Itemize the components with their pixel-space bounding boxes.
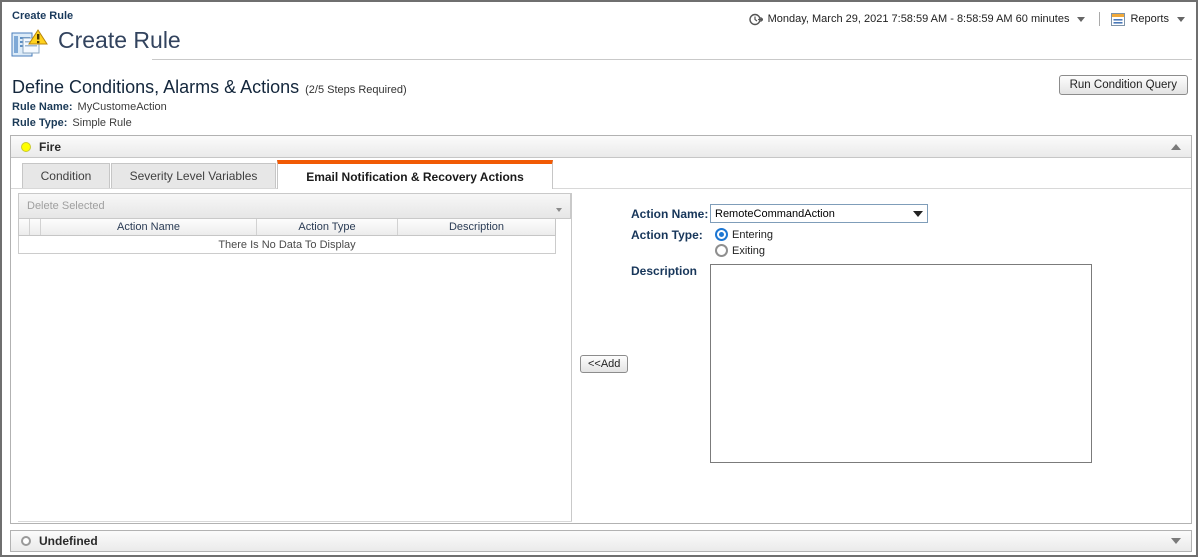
actions-grid-header: Action Name Action Type Description — [18, 219, 556, 236]
radio-entering-icon[interactable] — [715, 228, 728, 241]
grid-options-icon[interactable] — [548, 200, 562, 212]
rule-name-value: MyCustomeAction — [78, 101, 167, 113]
expand-down-icon[interactable] — [1171, 538, 1181, 544]
rule-name-label: Rule Name: — [12, 101, 73, 113]
step-heading: Define Conditions, Alarms & Actions (2/5 … — [12, 77, 407, 98]
actions-grid-toolbar: Delete Selected — [18, 193, 571, 219]
fire-section-header[interactable]: Fire — [11, 136, 1191, 158]
undefined-status-icon — [21, 536, 31, 546]
column-description[interactable]: Description — [398, 219, 555, 235]
rule-warning-icon — [11, 28, 49, 60]
grid-empty-message: There Is No Data To Display — [18, 236, 556, 254]
rule-name-row: Rule Name: MyCustomeAction — [12, 101, 167, 113]
breadcrumb: Create Rule — [12, 10, 73, 22]
grid-selector-column — [19, 219, 30, 235]
description-label: Description — [631, 264, 697, 278]
tab-email-notification-recovery-actions[interactable]: Email Notification & Recovery Actions — [277, 160, 553, 189]
radio-option-exiting[interactable]: Exiting — [715, 244, 765, 257]
grid-checkbox-column — [30, 219, 41, 235]
radio-exiting-label: Exiting — [732, 245, 765, 257]
rule-type-row: Rule Type: Simple Rule — [12, 117, 132, 129]
radio-exiting-icon[interactable] — [715, 244, 728, 257]
action-type-label: Action Type: — [631, 228, 703, 242]
undefined-section-header[interactable]: Undefined — [11, 531, 1191, 551]
reports-icon — [1111, 13, 1125, 26]
action-name-label: Action Name: — [631, 207, 708, 221]
time-range-label[interactable]: Monday, March 29, 2021 7:58:59 AM - 8:58… — [768, 13, 1070, 25]
column-action-type[interactable]: Action Type — [257, 219, 398, 235]
run-condition-query-button[interactable]: Run Condition Query — [1059, 75, 1188, 95]
collapse-up-icon[interactable] — [1171, 144, 1181, 150]
add-action-button[interactable]: <<Add — [580, 355, 628, 373]
topbar-controls: Monday, March 29, 2021 7:58:59 AM - 8:58… — [749, 10, 1188, 28]
tab-condition[interactable]: Condition — [22, 163, 110, 188]
time-range-icon — [749, 13, 763, 26]
time-range-caret-icon[interactable] — [1077, 17, 1085, 22]
action-name-select[interactable]: RemoteCommandAction — [710, 204, 928, 223]
radio-entering-label: Entering — [732, 229, 773, 241]
delete-selected-button[interactable]: Delete Selected — [27, 200, 105, 212]
description-textarea[interactable] — [710, 264, 1092, 463]
page-title: Create Rule — [58, 27, 181, 54]
actions-grid: Action Name Action Type Description Ther… — [18, 219, 556, 254]
step-heading-text: Define Conditions, Alarms & Actions — [12, 77, 299, 97]
fire-section-title: Fire — [39, 140, 61, 154]
steps-required: (2/5 Steps Required) — [305, 84, 407, 96]
reports-menu[interactable]: Reports — [1130, 13, 1169, 25]
panel-divider — [571, 193, 572, 521]
panel-bottom-border — [18, 521, 572, 522]
select-chevron-down-icon — [913, 211, 923, 217]
undefined-section-title: Undefined — [39, 534, 98, 548]
column-action-name[interactable]: Action Name — [41, 219, 257, 235]
reports-caret-icon[interactable] — [1177, 17, 1185, 22]
rule-type-label: Rule Type: — [12, 117, 67, 129]
undefined-section: Undefined — [10, 530, 1192, 552]
title-divider — [152, 59, 1192, 60]
tab-severity-level-variables[interactable]: Severity Level Variables — [111, 163, 276, 188]
action-name-selected-value: RemoteCommandAction — [715, 208, 913, 220]
fire-tabbar: Condition Severity Level Variables Email… — [11, 159, 1191, 189]
fire-section: Fire Condition Severity Level Variables … — [10, 135, 1192, 524]
rule-type-value: Simple Rule — [72, 117, 131, 129]
fire-status-icon — [21, 142, 31, 152]
radio-option-entering[interactable]: Entering — [715, 228, 773, 241]
create-rule-page: Create Rule Create Rule Monday, March 29… — [0, 0, 1198, 557]
topbar-separator — [1099, 12, 1100, 26]
